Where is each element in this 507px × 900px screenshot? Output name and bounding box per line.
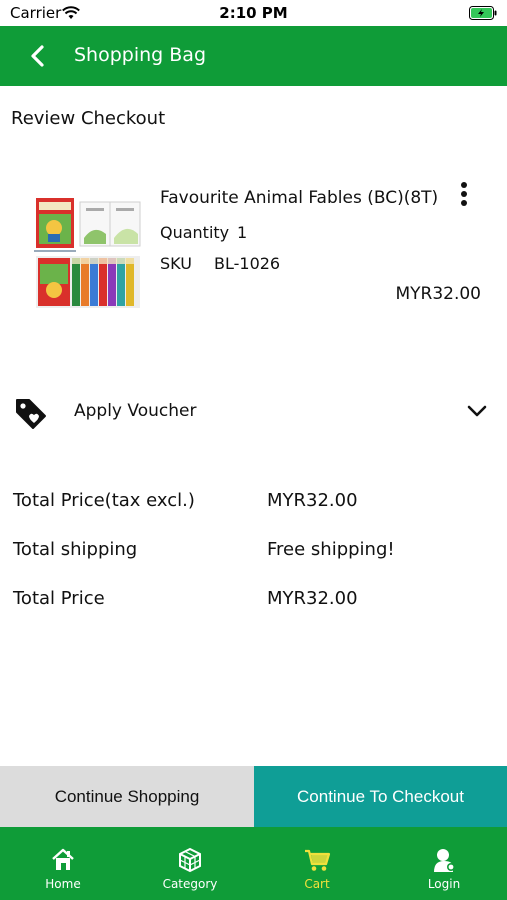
total-label: Total shipping bbox=[13, 539, 138, 560]
tab-category[interactable]: Category bbox=[127, 827, 253, 900]
cube-icon bbox=[127, 847, 253, 877]
tab-cart[interactable]: Cart bbox=[254, 827, 380, 900]
user-icon bbox=[381, 847, 507, 877]
total-label: Total Price(tax excl.) bbox=[13, 490, 195, 511]
nav-bar: Shopping Bag bbox=[0, 26, 507, 86]
battery-icon bbox=[469, 5, 497, 24]
page-title: Shopping Bag bbox=[74, 44, 207, 66]
quantity-label: Quantity bbox=[160, 223, 230, 242]
apply-voucher-label: Apply Voucher bbox=[74, 401, 197, 421]
total-value: MYR32.00 bbox=[267, 588, 358, 609]
continue-shopping-button[interactable]: Continue Shopping bbox=[0, 766, 254, 827]
tab-bar: Home Category Cart Login bbox=[0, 827, 507, 900]
status-bar: Carrier 2:10 PM bbox=[0, 0, 507, 26]
status-time: 2:10 PM bbox=[219, 4, 288, 22]
tab-login[interactable]: Login bbox=[381, 827, 507, 900]
total-row: Total shipping Free shipping! bbox=[0, 535, 507, 565]
apply-voucher-row[interactable]: Apply Voucher bbox=[0, 388, 507, 438]
tab-label: Home bbox=[45, 877, 81, 891]
continue-to-checkout-button[interactable]: Continue To Checkout bbox=[254, 766, 507, 827]
checkout-actions: Continue Shopping Continue To Checkout bbox=[0, 766, 507, 827]
tab-home[interactable]: Home bbox=[0, 827, 126, 900]
tag-icon bbox=[14, 396, 48, 434]
review-checkout-heading: Review Checkout bbox=[11, 108, 166, 129]
cart-item: Favourite Animal Fables (BC)(8T) Quantit… bbox=[0, 170, 507, 330]
product-name[interactable]: Favourite Animal Fables (BC)(8T) bbox=[160, 188, 438, 208]
back-arrow-icon[interactable] bbox=[28, 43, 48, 69]
quantity-value: 1 bbox=[237, 223, 248, 242]
total-value: MYR32.00 bbox=[267, 490, 358, 511]
cart-icon bbox=[254, 847, 380, 877]
tab-label: Cart bbox=[304, 877, 330, 891]
sku-label: SKU bbox=[160, 254, 192, 273]
tab-label: Category bbox=[162, 877, 218, 891]
chevron-down-icon[interactable] bbox=[466, 403, 488, 422]
more-options-icon[interactable] bbox=[456, 180, 472, 208]
home-icon bbox=[0, 847, 126, 877]
total-row: Total Price(tax excl.) MYR32.00 bbox=[0, 486, 507, 516]
product-thumbnail[interactable] bbox=[34, 194, 142, 310]
total-row: Total Price MYR32.00 bbox=[0, 584, 507, 614]
sku-value: BL-1026 bbox=[214, 254, 281, 273]
total-value: Free shipping! bbox=[267, 539, 395, 560]
tab-label: Login bbox=[427, 877, 461, 891]
total-label: Total Price bbox=[13, 588, 105, 609]
product-price: MYR32.00 bbox=[395, 284, 481, 304]
